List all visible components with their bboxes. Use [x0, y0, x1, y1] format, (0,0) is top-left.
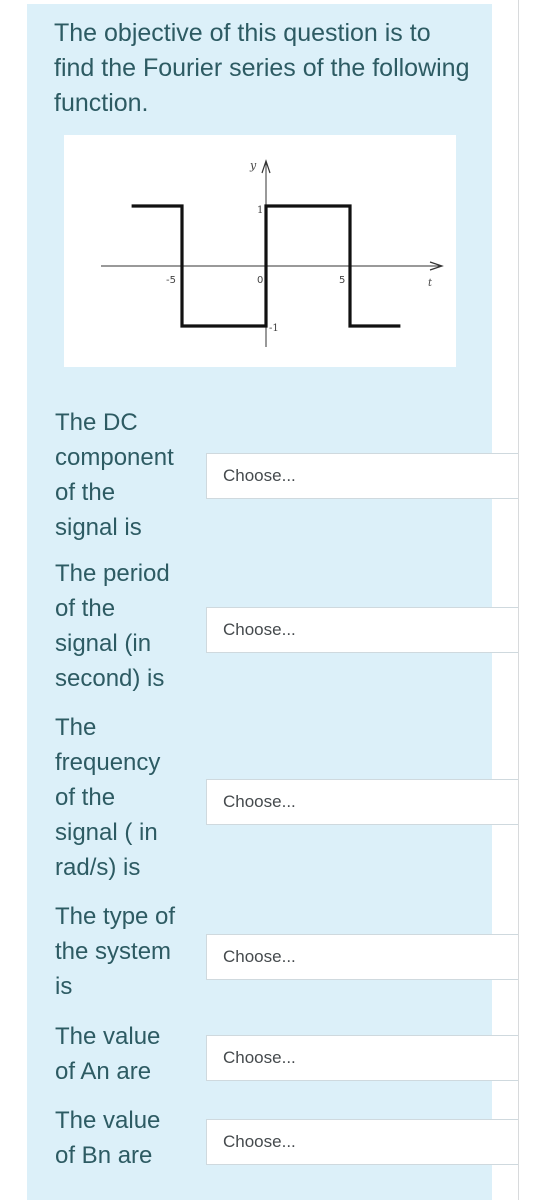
select-value: Choose... — [223, 792, 296, 811]
label-line: signal (in — [55, 630, 152, 657]
label-line: of Bn are — [55, 1142, 153, 1169]
system-type-label: The type of the system is — [55, 899, 205, 1004]
label-line: The — [55, 714, 97, 741]
question-intro-text: The objective of this question is to fin… — [54, 19, 470, 117]
tick-label-x-neg5: -5 — [166, 275, 176, 286]
label-line: of the — [55, 479, 116, 506]
label-line: of the — [55, 595, 116, 622]
select-value: Choose... — [223, 947, 296, 966]
label-line: the system — [55, 938, 172, 965]
period-select[interactable]: Choose... — [206, 607, 518, 653]
system-type-select[interactable]: Choose... — [206, 934, 518, 980]
page-edge-divider — [518, 0, 519, 1200]
y-axis-label: y — [249, 159, 257, 172]
label-line: is — [55, 973, 73, 1000]
graph-svg: y t -5 0 5 1 -1 — [101, 159, 444, 347]
frequency-label: The frequency of the signal ( in rad/s) … — [55, 710, 205, 885]
label-line: of the — [55, 784, 116, 811]
label-line: The period — [55, 560, 170, 587]
period-label: The period of the signal (in second) is — [55, 556, 205, 696]
select-value: Choose... — [223, 466, 296, 485]
label-line: The value — [55, 1023, 161, 1050]
an-values-label: The value of An are — [55, 1019, 205, 1089]
x-axis-label: t — [428, 278, 433, 289]
label-line: second) is — [55, 665, 165, 692]
tick-label-y-1: 1 — [257, 205, 263, 216]
tick-label-y-neg1: -1 — [269, 323, 279, 334]
an-values-select[interactable]: Choose... — [206, 1035, 518, 1081]
label-line: signal is — [55, 514, 142, 541]
bn-values-select[interactable]: Choose... — [206, 1119, 518, 1165]
bn-values-label: The value of Bn are — [55, 1103, 205, 1173]
label-line: frequency — [55, 749, 161, 776]
function-graph: y t -5 0 5 1 -1 — [64, 135, 456, 367]
frequency-select[interactable]: Choose... — [206, 779, 518, 825]
label-line: of An are — [55, 1058, 152, 1085]
label-line: The type of — [55, 903, 176, 930]
tick-label-x-5: 5 — [339, 275, 345, 286]
tick-label-x-0: 0 — [257, 275, 263, 286]
label-line: signal ( in — [55, 819, 158, 846]
dc-component-label: The DC component of the signal is — [55, 405, 205, 545]
select-value: Choose... — [223, 620, 296, 639]
dc-component-select[interactable]: Choose... — [206, 453, 518, 499]
label-line: rad/s) is — [55, 854, 141, 881]
label-line: The value — [55, 1107, 161, 1134]
select-value: Choose... — [223, 1048, 296, 1067]
label-line: component — [55, 444, 174, 471]
select-value: Choose... — [223, 1132, 296, 1151]
label-line: The DC — [55, 409, 138, 436]
